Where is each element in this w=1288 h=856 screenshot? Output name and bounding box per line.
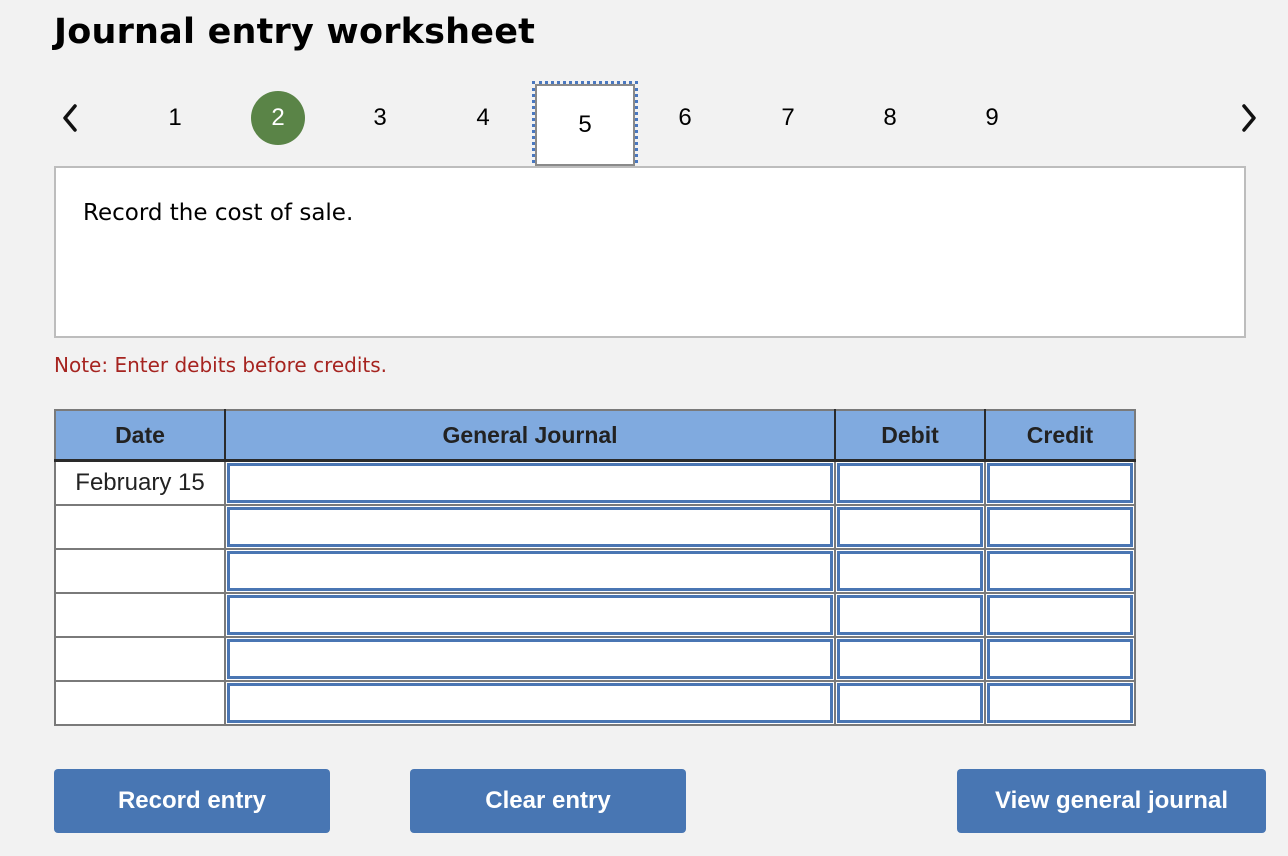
credit-cell — [985, 681, 1136, 725]
debit-input[interactable] — [837, 551, 983, 591]
view-general-journal-button[interactable]: View general journal — [957, 769, 1266, 833]
page-8[interactable]: 8 — [862, 90, 918, 146]
header-general-journal: General Journal — [225, 410, 836, 462]
credit-input[interactable] — [987, 463, 1133, 503]
question-prompt-box: Record the cost of sale. — [54, 166, 1246, 338]
page-4[interactable]: 4 — [455, 90, 511, 146]
header-credit: Credit — [985, 410, 1135, 462]
date-cell — [55, 681, 226, 725]
debit-input[interactable] — [837, 507, 983, 547]
account-input[interactable] — [227, 551, 833, 591]
prompt-text: Record the cost of sale. — [83, 200, 354, 226]
credit-input[interactable] — [987, 551, 1133, 591]
account-input[interactable] — [227, 639, 833, 679]
credit-cell — [985, 460, 1136, 506]
clear-entry-button[interactable]: Clear entry — [410, 769, 686, 833]
account-cell — [225, 460, 836, 506]
page-9[interactable]: 9 — [964, 90, 1020, 146]
account-cell — [225, 549, 836, 594]
date-cell — [55, 637, 226, 682]
credit-cell — [985, 549, 1136, 594]
header-debit: Debit — [835, 410, 986, 462]
chevron-right-icon — [1242, 104, 1256, 132]
debit-cell — [835, 505, 986, 550]
page-1[interactable]: 1 — [147, 90, 203, 146]
debit-cell — [835, 549, 986, 594]
header-date: Date — [55, 410, 226, 462]
table-header-row: Date General Journal Debit Credit — [55, 410, 1135, 462]
account-cell — [225, 505, 836, 550]
table-row: February 15 — [55, 460, 1136, 506]
page-6[interactable]: 6 — [657, 90, 713, 146]
previous-button[interactable] — [55, 98, 85, 138]
account-cell — [225, 637, 836, 682]
credit-input[interactable] — [987, 639, 1133, 679]
table-row — [55, 505, 1136, 550]
debit-cell — [835, 460, 986, 506]
page-7[interactable]: 7 — [760, 90, 816, 146]
page-2-completed[interactable]: 2 — [250, 90, 306, 146]
account-cell — [225, 593, 836, 638]
debit-input[interactable] — [837, 595, 983, 635]
account-input[interactable] — [227, 507, 833, 547]
credit-cell — [985, 505, 1136, 550]
debit-input[interactable] — [837, 639, 983, 679]
page-3[interactable]: 3 — [352, 90, 408, 146]
credit-input[interactable] — [987, 507, 1133, 547]
next-button[interactable] — [1234, 98, 1264, 138]
account-input[interactable] — [227, 595, 833, 635]
debit-input[interactable] — [837, 683, 983, 723]
table-row — [55, 593, 1136, 638]
date-cell: February 15 — [55, 460, 226, 506]
date-cell — [55, 593, 226, 638]
credit-input[interactable] — [987, 595, 1133, 635]
journal-table: Date General Journal Debit Credit Februa… — [54, 409, 1136, 726]
date-cell — [55, 505, 226, 550]
page-title: Journal entry worksheet — [54, 12, 536, 52]
debit-cell — [835, 681, 986, 725]
note-text: Note: Enter debits before credits. — [54, 353, 388, 377]
question-pager: 1 2 3 4 5 6 7 8 9 — [0, 81, 1288, 170]
debit-cell — [835, 637, 986, 682]
record-entry-button[interactable]: Record entry — [54, 769, 330, 833]
account-input[interactable] — [227, 683, 833, 723]
debit-input[interactable] — [837, 463, 983, 503]
table-row — [55, 637, 1136, 682]
credit-cell — [985, 593, 1136, 638]
credit-input[interactable] — [987, 683, 1133, 723]
table-row — [55, 681, 1136, 725]
chevron-left-icon — [63, 104, 77, 132]
account-cell — [225, 681, 836, 725]
debit-cell — [835, 593, 986, 638]
credit-cell — [985, 637, 1136, 682]
table-row — [55, 549, 1136, 594]
account-input[interactable] — [227, 463, 833, 503]
date-cell — [55, 549, 226, 594]
page-5-current[interactable]: 5 — [532, 81, 638, 169]
